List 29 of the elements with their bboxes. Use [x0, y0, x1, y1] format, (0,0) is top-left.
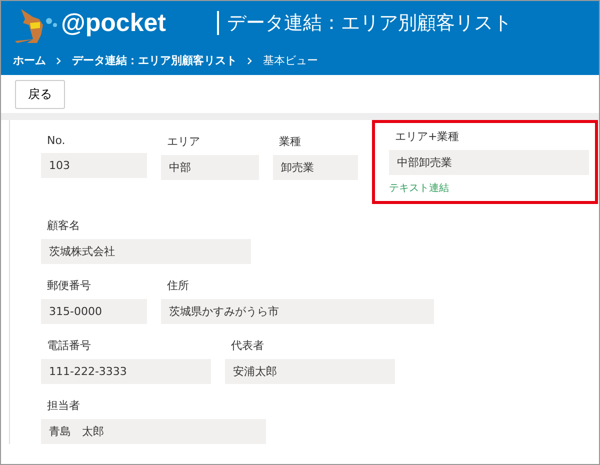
field-label: 住所 [166, 278, 190, 293]
field-label: エリア [166, 134, 201, 149]
field-label: 電話番号 [46, 338, 92, 353]
chevron-icon [247, 56, 253, 64]
chevron-icon [56, 56, 62, 64]
field-label: 業種 [278, 134, 302, 149]
field-label: 顧客名 [46, 218, 81, 233]
field-value: 青島 太郎 [41, 419, 266, 444]
breadcrumb-link[interactable]: 基本ビュー [263, 53, 318, 68]
logo-text: @pocket [61, 8, 167, 38]
field-value: 茨城県かすみがうら市 [161, 299, 434, 324]
field-label: 代表者 [230, 338, 265, 353]
breadcrumb-link[interactable]: ホーム [13, 53, 46, 68]
field-value: 111-222-3333 [41, 359, 211, 384]
field-value: 315-0000 [41, 299, 147, 324]
field-label: エリア+業種 [394, 129, 460, 144]
field-value: 中部 [161, 155, 259, 180]
field-label: 担当者 [46, 398, 81, 413]
breadcrumb-link[interactable]: データ連結：エリア別顧客リスト [72, 53, 237, 68]
field-note: テキスト連結 [389, 182, 450, 195]
field-label: 郵便番号 [46, 278, 92, 293]
field-value: 安浦太郎 [225, 359, 395, 384]
field-value: 卸売業 [273, 155, 358, 180]
field-value: 茨城株式会社 [41, 239, 251, 264]
page-title: データ連結：エリア別顧客リスト [217, 11, 512, 35]
field-value: 103 [41, 153, 147, 178]
back-button[interactable]: 戻る [15, 80, 65, 108]
field-value: 中部卸売業 [389, 150, 589, 175]
field-label: No. [46, 134, 66, 147]
